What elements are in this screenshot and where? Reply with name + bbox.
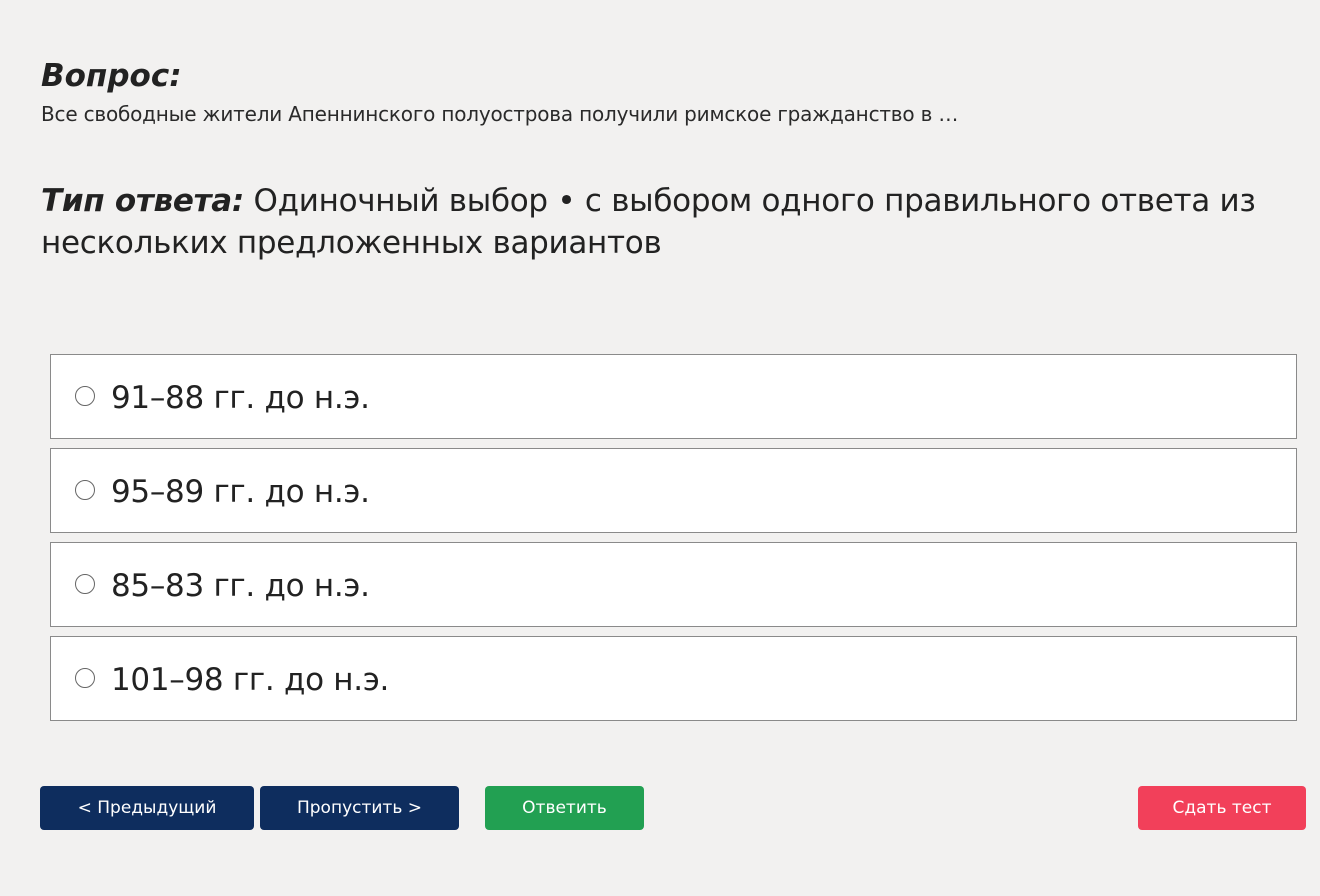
- answer-option[interactable]: 101–98 гг. до н.э.: [50, 636, 1297, 721]
- question-text: Все свободные жители Апеннинского полуос…: [41, 102, 959, 126]
- radio-icon[interactable]: [75, 480, 95, 500]
- finish-test-button[interactable]: Сдать тест: [1138, 786, 1306, 830]
- answer-option[interactable]: 91–88 гг. до н.э.: [50, 354, 1297, 439]
- answer-type-label: Тип ответа:: [41, 183, 244, 219]
- question-heading: Вопрос:: [41, 58, 182, 94]
- answer-option[interactable]: 85–83 гг. до н.э.: [50, 542, 1297, 627]
- answer-options: 91–88 гг. до н.э. 95–89 гг. до н.э. 85–8…: [50, 354, 1297, 730]
- radio-icon[interactable]: [75, 668, 95, 688]
- option-label: 85–83 гг. до н.э.: [111, 568, 370, 604]
- radio-icon[interactable]: [75, 574, 95, 594]
- answer-option[interactable]: 95–89 гг. до н.э.: [50, 448, 1297, 533]
- answer-button[interactable]: Ответить: [485, 786, 644, 830]
- answer-type: Тип ответа: Одиночный выбор • с выбором …: [41, 180, 1281, 264]
- skip-button[interactable]: Пропустить >: [260, 786, 459, 830]
- quiz-page: Вопрос: Все свободные жители Апеннинског…: [0, 0, 1320, 896]
- radio-icon[interactable]: [75, 386, 95, 406]
- previous-button[interactable]: < Предыдущий: [40, 786, 254, 830]
- option-label: 101–98 гг. до н.э.: [111, 662, 390, 698]
- option-label: 95–89 гг. до н.э.: [111, 474, 370, 510]
- option-label: 91–88 гг. до н.э.: [111, 380, 370, 416]
